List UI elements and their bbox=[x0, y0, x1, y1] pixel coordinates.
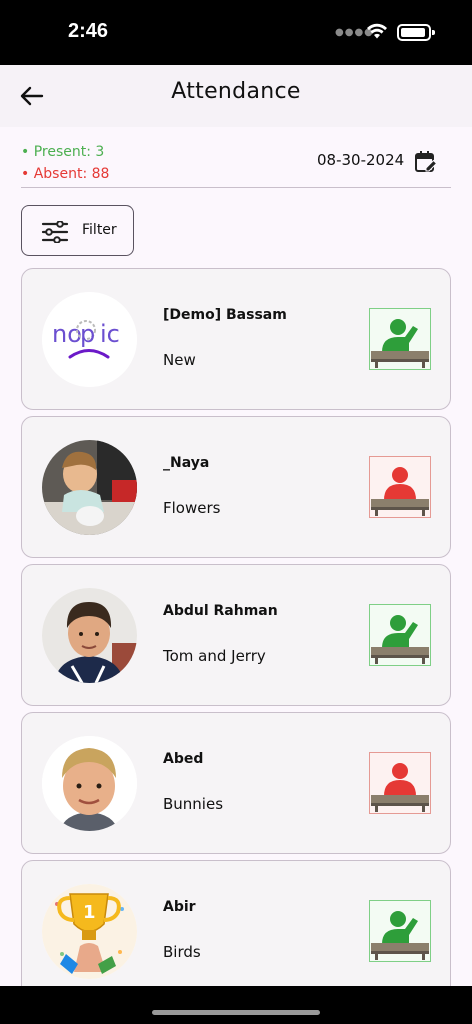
calendar-edit-icon[interactable] bbox=[414, 150, 438, 174]
divider bbox=[21, 187, 451, 188]
svg-text:no: no bbox=[52, 320, 82, 348]
student-name: Abir bbox=[163, 899, 196, 915]
student-name: Abed bbox=[163, 751, 204, 767]
filter-button[interactable]: Filter bbox=[21, 205, 134, 256]
student-group: Flowers bbox=[163, 499, 221, 517]
present-student-icon bbox=[369, 900, 431, 962]
present-count: • Present: 3 bbox=[21, 144, 105, 160]
absent-student-icon bbox=[369, 456, 431, 518]
page-title: Attendance bbox=[171, 79, 301, 104]
present-student-icon bbox=[369, 604, 431, 666]
student-card[interactable]: Abed Bunnies bbox=[21, 712, 451, 854]
student-card[interactable]: no p ic [Demo] Bassam New bbox=[21, 268, 451, 410]
student-card[interactable]: Abdul Rahman Tom and Jerry bbox=[21, 564, 451, 706]
student-group: Bunnies bbox=[163, 795, 224, 813]
svg-text:1: 1 bbox=[83, 902, 96, 923]
avatar bbox=[42, 440, 137, 535]
attendance-screen: Attendance • Present: 3 • Absent: 88 08-… bbox=[0, 65, 472, 986]
present-status-toggle[interactable] bbox=[369, 604, 431, 666]
filter-label: Filter bbox=[82, 222, 117, 238]
filter-icon bbox=[41, 221, 69, 243]
absent-status-toggle[interactable] bbox=[369, 752, 431, 814]
student-name: _Naya bbox=[163, 455, 210, 471]
child-photo-icon bbox=[42, 736, 137, 831]
trophy-icon: 1 bbox=[42, 884, 137, 979]
avatar bbox=[42, 588, 137, 683]
student-card[interactable]: _Naya Flowers bbox=[21, 416, 451, 558]
present-status-toggle[interactable] bbox=[369, 308, 431, 370]
status-time: 2:46 bbox=[68, 20, 109, 42]
student-name: Abdul Rahman bbox=[163, 603, 278, 619]
attendance-summary: • Present: 3 • Absent: 88 bbox=[21, 141, 109, 185]
child-photo-icon bbox=[42, 440, 137, 535]
home-indicator-bar bbox=[0, 986, 472, 1024]
avatar bbox=[42, 736, 137, 831]
svg-text:ic: ic bbox=[100, 320, 120, 348]
app-header: Attendance bbox=[0, 65, 472, 127]
wifi-icon bbox=[367, 23, 387, 39]
avatar: no p ic bbox=[42, 292, 137, 387]
absent-status-toggle[interactable] bbox=[369, 456, 431, 518]
status-bar: 2:46 ●●●● bbox=[0, 0, 472, 65]
svg-text:p: p bbox=[80, 320, 95, 348]
child-photo-icon bbox=[42, 588, 137, 683]
nopic-logo-icon: no p ic bbox=[42, 292, 137, 387]
student-card[interactable]: 1 Abir Birds bbox=[21, 860, 451, 986]
home-indicator[interactable] bbox=[152, 1010, 320, 1015]
avatar: 1 bbox=[42, 884, 137, 979]
student-group: New bbox=[163, 351, 196, 369]
student-name: [Demo] Bassam bbox=[163, 307, 287, 323]
student-group: Tom and Jerry bbox=[163, 647, 266, 665]
selected-date: 08-30-2024 bbox=[317, 151, 405, 169]
absent-student-icon bbox=[369, 752, 431, 814]
present-status-toggle[interactable] bbox=[369, 900, 431, 962]
student-group: Birds bbox=[163, 943, 201, 961]
absent-count: • Absent: 88 bbox=[21, 166, 110, 182]
battery-icon bbox=[397, 24, 435, 41]
present-student-icon bbox=[369, 308, 431, 370]
